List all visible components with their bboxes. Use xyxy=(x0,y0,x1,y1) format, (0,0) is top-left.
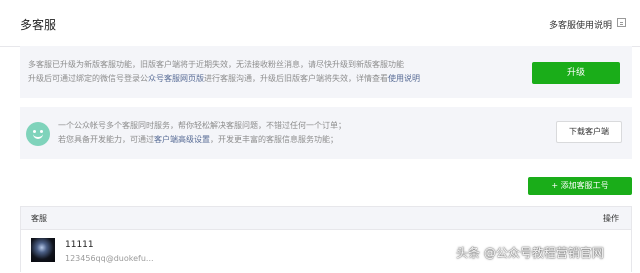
help-link[interactable]: 多客服使用说明 xyxy=(549,18,612,31)
promo-text: 一个公众帐号多个客服同时服务，帮你轻松解决客服问题，不错过任何一个订单； 若您具… xyxy=(58,119,478,147)
page-header: 多客服 多客服使用说明 xyxy=(0,0,640,47)
upgrade-notice-line2-prefix: 升级后可通过绑定的微信号登录公 xyxy=(28,74,148,83)
promo-line2-prefix: 若您具备开发能力，可通过 xyxy=(58,135,154,144)
web-client-link[interactable]: 众号客服网页版 xyxy=(148,74,204,83)
agent-account: 123456qq@duokefu... xyxy=(65,254,154,263)
promo-line1: 一个公众帐号多个客服同时服务，帮你轻松解决客服问题，不错过任何一个订单； xyxy=(58,121,346,130)
column-header-agent: 客服 xyxy=(31,214,47,223)
external-doc-icon[interactable] xyxy=(617,18,626,27)
promo-line2: 若您具备开发能力，可通过客户端高级设置，开发更丰富的客服信息服务功能； xyxy=(58,133,478,147)
upgrade-notice-text: 多客服已升级为新版客服功能，旧版客户端将于近期失效，无法接收粉丝消息，请尽快升级… xyxy=(28,58,498,86)
smile-icon xyxy=(26,122,50,146)
download-client-button[interactable]: 下载客户端 xyxy=(556,121,622,143)
avatar xyxy=(31,238,55,262)
add-agent-button[interactable]: + 添加客服工号 xyxy=(528,177,632,195)
smile-mouth xyxy=(33,131,43,139)
promo-panel: 一个公众帐号多个客服同时服务，帮你轻松解决客服问题，不错过任何一个订单； 若您具… xyxy=(20,107,632,159)
column-header-actions: 操作 xyxy=(603,214,619,223)
page-title: 多客服 xyxy=(20,18,57,32)
advanced-settings-link[interactable]: 客户端高级设置 xyxy=(154,135,210,144)
table-header: 客服 操作 xyxy=(21,207,631,230)
promo-line2-suffix: ，开发更丰富的客服信息服务功能； xyxy=(210,135,338,144)
upgrade-notice-line1: 多客服已升级为新版客服功能，旧版客户端将于近期失效，无法接收粉丝消息，请尽快升级… xyxy=(28,60,404,69)
watermark: 头条 @公众号教程营销官网 xyxy=(446,236,640,270)
watermark-text: 头条 @公众号教程营销官网 xyxy=(456,246,604,260)
usage-guide-link[interactable]: 使用说明 xyxy=(388,74,420,83)
upgrade-button[interactable]: 升级 xyxy=(532,62,620,84)
upgrade-notice-line2-middle: 进行客服沟通，升级后旧版客户端将失效，详情查看 xyxy=(204,74,388,83)
upgrade-notice: 多客服已升级为新版客服功能，旧版客户端将于近期失效，无法接收粉丝消息，请尽快升级… xyxy=(20,46,632,98)
upgrade-notice-line2: 升级后可通过绑定的微信号登录公众号客服网页版进行客服沟通，升级后旧版客户端将失效… xyxy=(28,72,498,86)
agent-name: 11111 xyxy=(65,240,94,250)
